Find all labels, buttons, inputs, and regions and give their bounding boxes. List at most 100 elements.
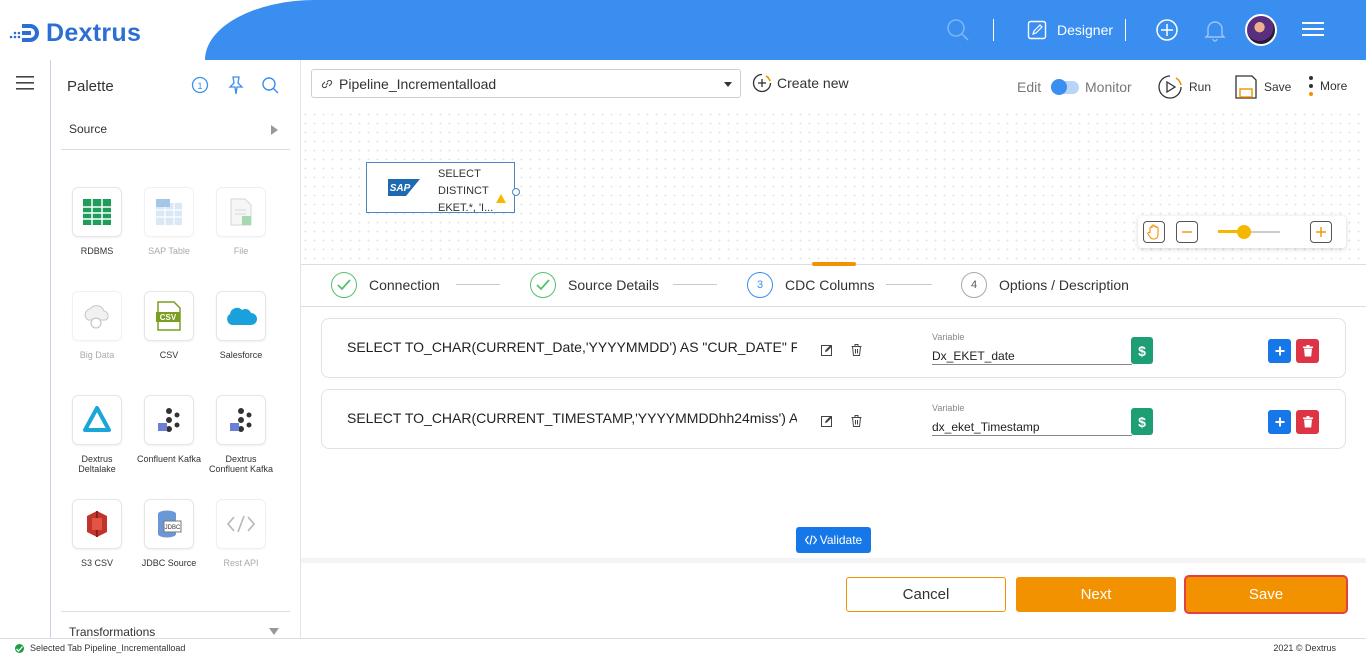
chevron-right-icon[interactable] [271,125,278,135]
code-icon [804,535,817,545]
panel-resize-handle[interactable] [812,262,856,266]
salesforce-icon [227,307,257,325]
variable-label: Variable [932,332,965,342]
step-number: 4 [961,272,987,298]
transformations-section-header[interactable]: Transformations [69,625,155,639]
check-icon [530,272,556,298]
palette-pin-button[interactable] [227,75,245,100]
tile-label: Salesforce [219,350,263,360]
palette-panel: Palette 1 Source RDBMS SAP Table File Bi [50,60,301,639]
save-button[interactable]: Save [1186,577,1346,612]
hamburger-icon [16,76,34,90]
pipeline-select[interactable]: Pipeline_Incrementalload [311,69,741,98]
dollar-icon: $ [1138,413,1146,430]
toolbar-save-button[interactable]: Save [1234,74,1291,100]
remove-row-button[interactable] [1296,410,1319,434]
big-data-icon [84,305,109,329]
validate-label: Validate [819,533,863,547]
plus-icon [1275,417,1284,427]
dollar-variable-button[interactable]: $ [1131,337,1153,364]
csv-icon: CSV [156,301,181,331]
step-connection[interactable]: Connection [331,272,440,298]
toggle-knob[interactable] [1051,79,1067,95]
delete-query-button[interactable] [851,343,862,361]
kafka-icon [158,408,180,432]
tile-label: Big Data [79,350,115,360]
designer-button[interactable]: Designer [1027,18,1113,42]
sap-logo-icon: SAP [388,179,420,196]
edit-query-button[interactable] [821,414,833,432]
variable-input[interactable]: Dx_EKET_date [932,345,1132,365]
palette-search-button[interactable] [261,76,279,99]
tile-sap-table [144,187,194,237]
sidebar-toggle-button[interactable] [16,76,34,95]
tile-rdbms[interactable] [72,187,122,237]
info-icon: 1 [191,76,209,94]
monitor-mode-label: Monitor [1085,79,1132,95]
remove-row-button[interactable] [1296,339,1319,363]
app-logo[interactable]: Dextrus [8,18,141,48]
status-bar: Selected Tab Pipeline_Incrementalload 20… [0,638,1366,657]
tile-jdbc-source[interactable]: JDBC [144,499,194,549]
sap-source-node[interactable]: SAP SELECT DISTINCT EKET.*, 'I... [366,162,520,214]
chevron-down-icon[interactable] [269,628,279,635]
tile-csv[interactable]: CSV [144,291,194,341]
left-nav [0,60,51,638]
main-menu-button[interactable] [1302,20,1324,38]
check-circle-icon [15,644,24,653]
s3-icon [87,511,107,537]
delete-query-button[interactable] [851,414,862,432]
step-number: 3 [747,272,773,298]
dollar-variable-button[interactable]: $ [1131,408,1153,435]
palette-title: Palette [67,78,114,95]
pan-button[interactable] [1143,221,1165,243]
cdc-query-text: SELECT TO_CHAR(CURRENT_TIMESTAMP,'YYYYMM… [347,410,797,426]
variable-input[interactable]: dx_eket_Timestamp [932,416,1132,436]
tile-label: File [233,246,249,256]
add-circle-icon [752,73,772,93]
search-button[interactable] [946,18,970,42]
copyright-text: 2021 © Dextrus [1273,643,1336,653]
tile-confluent-kafka[interactable] [144,395,194,445]
add-row-button[interactable] [1268,410,1291,434]
pipeline-select-value: Pipeline_Incrementalload [339,75,497,92]
notifications-button[interactable] [1204,18,1226,42]
step-connector [673,284,717,285]
zoom-controls [1138,216,1346,248]
tile-salesforce[interactable] [216,291,266,341]
node-output-port[interactable] [512,188,520,196]
tile-label: JDBC Source [141,558,197,568]
edit-query-button[interactable] [821,343,833,361]
zoom-out-button[interactable] [1176,221,1198,243]
step-label: Options / Description [999,277,1129,293]
validate-button[interactable]: Validate [796,527,871,553]
tile-dextrus-deltalake[interactable] [72,395,122,445]
tile-s3-csv[interactable] [72,499,122,549]
add-row-button[interactable] [1268,339,1291,363]
user-avatar[interactable] [1245,14,1277,46]
next-button[interactable]: Next [1016,577,1176,612]
add-button[interactable] [1155,18,1179,42]
warning-icon [496,194,506,203]
step-cdc-columns[interactable]: 3 CDC Columns [747,272,874,298]
zoom-slider-handle[interactable] [1237,225,1251,239]
cancel-button[interactable]: Cancel [846,577,1006,612]
cdc-row: SELECT TO_CHAR(CURRENT_TIMESTAMP,'YYYYMM… [321,389,1346,449]
svg-text:SAP: SAP [390,183,411,194]
designer-icon [1027,20,1047,40]
link-icon [321,79,333,88]
rdbms-icon [83,199,111,225]
step-options-description[interactable]: 4 Options / Description [961,272,1129,298]
run-button[interactable]: Run [1157,74,1211,100]
sap-table-icon [156,199,182,225]
more-label: More [1320,79,1348,93]
step-connector [456,284,500,285]
palette-info-button[interactable]: 1 [191,76,209,99]
source-section-header[interactable]: Source [69,122,107,136]
more-button[interactable]: More [1308,74,1347,98]
step-source-details[interactable]: Source Details [530,272,659,298]
tile-big-data [72,291,122,341]
tile-dextrus-confluent-kafka[interactable] [216,395,266,445]
zoom-in-button[interactable] [1310,221,1332,243]
create-new-button[interactable]: Create new [752,73,849,93]
